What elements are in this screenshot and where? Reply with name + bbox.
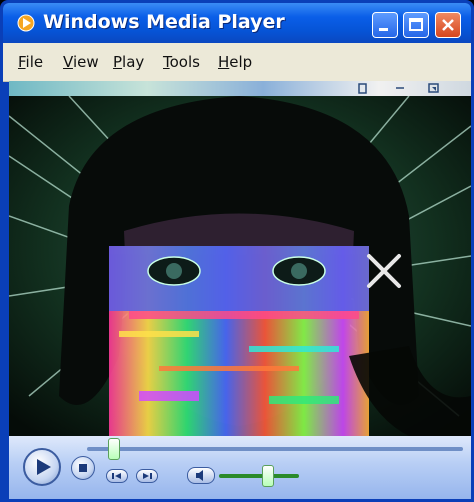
- volume-slider[interactable]: [219, 474, 299, 478]
- menu-file-accesskey: F: [18, 53, 26, 71]
- media-player-window: Windows Media Player File View Play Tool…: [0, 0, 474, 502]
- view-options-icons: [358, 83, 439, 94]
- menu-tools-rest: ools: [169, 53, 200, 71]
- menu-file[interactable]: File: [18, 53, 43, 71]
- volume-thumb[interactable]: [262, 465, 274, 487]
- minimize-button[interactable]: [372, 12, 398, 38]
- minimize-icon: [379, 28, 388, 31]
- menu-help-accesskey: H: [218, 53, 230, 71]
- video-display[interactable]: [9, 96, 471, 436]
- seek-thumb[interactable]: [108, 438, 121, 460]
- menu-view-rest: iew: [72, 53, 99, 71]
- stop-button[interactable]: [71, 456, 95, 480]
- menu-file-rest: ile: [25, 53, 44, 71]
- menu-view[interactable]: View: [63, 53, 99, 71]
- close-button[interactable]: [435, 12, 461, 38]
- next-icon: [143, 473, 152, 479]
- compact-mode-icon: [428, 83, 439, 93]
- fullscreen-icon: [358, 83, 367, 94]
- previous-icon: [112, 473, 121, 479]
- video-frame: [9, 96, 471, 436]
- video-toolbar-strip: [9, 81, 471, 96]
- menu-tools[interactable]: Tools: [163, 53, 200, 71]
- previous-button[interactable]: [106, 469, 128, 483]
- stop-icon: [79, 464, 87, 472]
- menu-play-accesskey: P: [113, 53, 123, 71]
- mute-button[interactable]: [187, 467, 215, 484]
- maximize-button[interactable]: [403, 12, 429, 38]
- menu-bar: File View Play Tools Help: [3, 43, 471, 82]
- play-icon: [37, 459, 51, 475]
- menu-view-accesskey: V: [63, 53, 73, 71]
- window-title: Windows Media Player: [43, 11, 285, 33]
- menu-play-rest: lay: [122, 53, 145, 71]
- mute-icon: [196, 470, 203, 481]
- menu-play[interactable]: Play: [113, 53, 144, 71]
- seek-bar[interactable]: [87, 447, 463, 451]
- next-button[interactable]: [136, 469, 158, 483]
- menu-help[interactable]: Help: [218, 53, 252, 71]
- play-button[interactable]: [23, 448, 61, 486]
- maximize-icon: [409, 18, 423, 31]
- transport-bar: [9, 436, 471, 499]
- menu-tools-accesskey: T: [163, 53, 170, 71]
- title-bar[interactable]: Windows Media Player: [3, 3, 471, 43]
- close-icon: [442, 19, 454, 31]
- wmp-logo-icon: [17, 14, 35, 32]
- menu-help-rest: elp: [229, 53, 253, 71]
